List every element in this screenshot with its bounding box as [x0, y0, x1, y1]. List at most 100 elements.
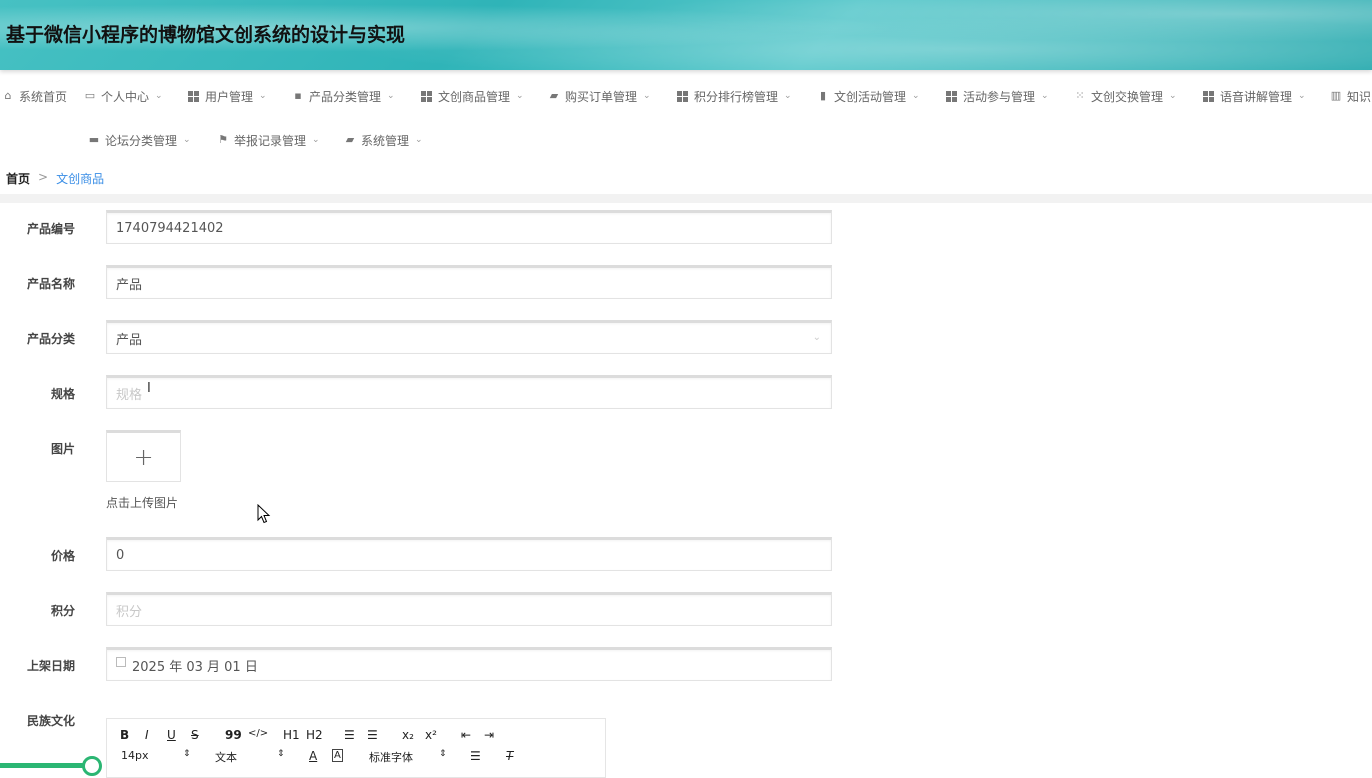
book-icon: ▥ [1330, 89, 1342, 102]
grid-icon [188, 90, 199, 102]
text-type-select[interactable]: 文本 [215, 749, 237, 765]
image-upload-button[interactable]: + [106, 430, 181, 482]
grid-icon [421, 90, 432, 102]
nav-personal-center[interactable]: ▭ 个人中心 ⌄ [84, 85, 163, 107]
h2-button[interactable]: H2 [306, 728, 323, 742]
progress-bar [0, 763, 88, 768]
nav-order-management[interactable]: ▰ 购买订单管理 ⌄ [548, 85, 651, 107]
align-icon[interactable]: ☰ [470, 749, 481, 763]
product-no-label: 产品编号 [26, 222, 75, 236]
product-no-value: 1740794421402 [116, 220, 224, 236]
text-cursor-icon: I [147, 381, 151, 396]
monitor-icon: ▬ [88, 133, 100, 146]
code-button[interactable]: </> [248, 728, 268, 739]
plus-icon: + [133, 443, 154, 471]
quote-button[interactable]: 99 [225, 728, 242, 742]
mouse-cursor-icon [257, 504, 271, 524]
superscript-button[interactable]: x² [425, 728, 437, 742]
product-name-input[interactable]: 产品 [106, 265, 832, 299]
nav-knowledge[interactable]: ▥ 知识 [1330, 85, 1371, 107]
chevron-down-icon: ⌄ [812, 332, 821, 343]
nav-audio-guide[interactable]: 语音讲解管理 ⌄ [1203, 85, 1306, 107]
breadcrumb-separator: > [38, 170, 49, 184]
category-label: 产品分类 [26, 332, 75, 346]
progress-knob[interactable] [82, 756, 102, 776]
culture-label: 民族文化 [26, 714, 75, 728]
nav-report-records[interactable]: ⚑ 举报记录管理 ⌄ [217, 129, 320, 151]
rich-text-editor[interactable]: B I U S 99 </> H1 H2 ☰ ☰ x₂ x² ⇤ ⇥ 14px … [106, 718, 606, 778]
nav-exchange-management[interactable]: ⁙ 文创交换管理 ⌄ [1074, 85, 1177, 107]
h1-button[interactable]: H1 [283, 728, 300, 742]
nav-product-management[interactable]: 文创商品管理 ⌄ [421, 85, 524, 107]
nav-system-management[interactable]: ▰ 系统管理 ⌄ [344, 129, 423, 151]
font-size-select[interactable]: 14px [121, 749, 149, 762]
chevron-down-icon: ⌄ [259, 91, 267, 101]
nav-category-management[interactable]: ▪ 产品分类管理 ⌄ [292, 85, 395, 107]
product-name-label: 产品名称 [26, 277, 75, 291]
chevron-down-icon: ⌄ [784, 91, 792, 101]
indent-icon[interactable]: ⇥ [484, 728, 494, 742]
points-input[interactable]: 积分 [106, 592, 832, 626]
chevron-down-icon: ⌄ [312, 135, 320, 145]
chevron-down-icon: ⌄ [415, 135, 423, 145]
chevron-updown-icon: ⇕ [183, 749, 191, 759]
outdent-icon[interactable]: ⇤ [461, 728, 471, 742]
nav-points-ranking[interactable]: 积分排行榜管理 ⌄ [677, 85, 792, 107]
nav-system-home[interactable]: ⌂ 系统首页 [2, 85, 68, 107]
points-placeholder: 积分 [116, 604, 143, 620]
chevron-down-icon: ⌄ [516, 91, 524, 101]
subscript-button[interactable]: x₂ [402, 728, 414, 742]
date-picker[interactable]: 2025 年 03 月 01 日 [106, 647, 832, 681]
highlight-icon[interactable]: A [332, 749, 343, 762]
spec-input[interactable]: 规格 [106, 375, 832, 409]
chevron-down-icon: ⌄ [912, 91, 920, 101]
italic-button[interactable]: I [145, 728, 149, 742]
date-value: 2025 年 03 月 01 日 [132, 659, 258, 675]
upload-hint: 点击上传图片 [106, 496, 179, 510]
chevron-down-icon: ⌄ [155, 91, 163, 101]
home-icon: ⌂ [4, 89, 12, 102]
clear-format-icon[interactable]: T [506, 749, 513, 763]
chevron-down-icon: ⌄ [1169, 91, 1177, 101]
price-input[interactable]: 0 [106, 537, 832, 571]
breadcrumb-home[interactable]: 首页 [6, 170, 30, 187]
strike-button[interactable]: S [191, 728, 199, 742]
chevron-down-icon: ⌄ [1298, 91, 1306, 101]
font-color-icon[interactable]: A [309, 749, 317, 763]
nav-forum-category[interactable]: ▬ 论坛分类管理 ⌄ [88, 129, 191, 151]
grid-icon [946, 90, 957, 102]
breadcrumb: 首页 > 文创商品 [6, 170, 104, 187]
nav-activity-management[interactable]: ▮ 文创活动管理 ⌄ [817, 85, 920, 107]
category-value: 产品 [116, 332, 143, 348]
product-no-input[interactable]: 1740794421402 [106, 210, 832, 244]
image-label: 图片 [50, 442, 75, 456]
chevron-down-icon: ⌄ [1041, 91, 1049, 101]
bullet-list-icon[interactable]: ☰ [367, 728, 378, 742]
app-header: 基于微信小程序的博物馆文创系统的设计与实现 [0, 0, 1372, 70]
ordered-list-icon[interactable]: ☰ [344, 728, 355, 742]
top-nav: ⌂ 系统首页 ▭ 个人中心 ⌄ 用户管理 ⌄ ▪ 产品分类管理 ⌄ 文创商品管理… [0, 76, 1372, 164]
clipboard-icon: ▮ [819, 89, 827, 102]
bold-button[interactable]: B [120, 728, 129, 742]
nav-user-management[interactable]: 用户管理 ⌄ [188, 85, 267, 107]
content-divider [0, 194, 1372, 203]
underline-button[interactable]: U [167, 728, 176, 742]
calendar-icon [116, 657, 126, 667]
nav-participation-management[interactable]: 活动参与管理 ⌄ [946, 85, 1049, 107]
font-family-select[interactable]: 标准字体 [369, 749, 413, 765]
spec-label: 规格 [50, 387, 75, 401]
flag-icon: ⚑ [218, 133, 228, 146]
chevron-down-icon: ⌄ [643, 91, 651, 101]
chat-icon: ▪ [294, 89, 302, 102]
app-title: 基于微信小程序的博物馆文创系统的设计与实现 [6, 24, 406, 46]
category-select[interactable]: 产品 ⌄ [106, 320, 832, 354]
price-label: 价格 [50, 549, 75, 563]
product-name-value: 产品 [116, 277, 143, 293]
chevron-down-icon: ⌄ [183, 135, 191, 145]
chevron-updown-icon: ⇕ [439, 749, 447, 759]
card-icon: ▭ [84, 89, 96, 102]
chevron-down-icon: ⌄ [387, 91, 395, 101]
spec-placeholder: 规格 [116, 387, 143, 403]
breadcrumb-current: 文创商品 [56, 172, 105, 186]
date-label: 上架日期 [26, 659, 75, 673]
